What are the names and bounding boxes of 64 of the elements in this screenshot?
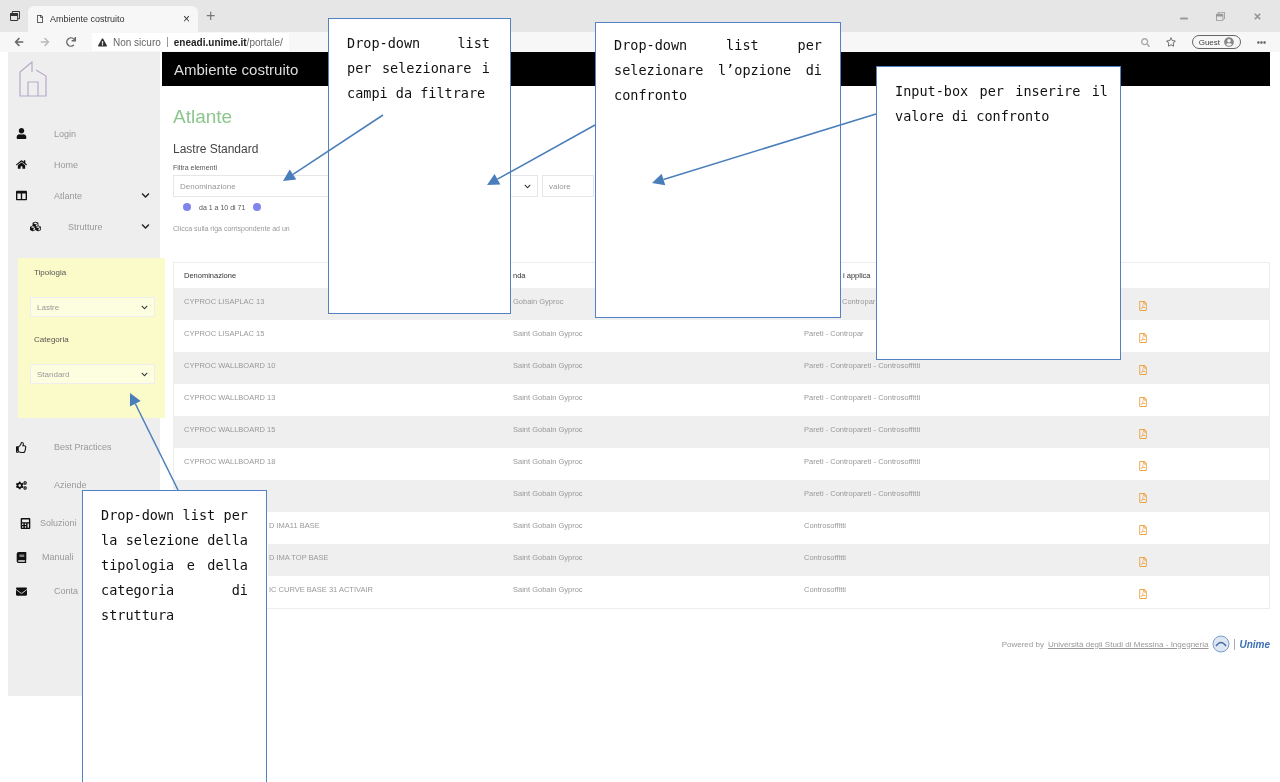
menu-item-icon [16,190,27,201]
pdf-icon[interactable] [1138,429,1148,439]
browser-tab[interactable]: Ambiente costruito × [28,6,198,32]
sidebar-item[interactable]: Soluzioni [8,506,81,540]
tab-close-button[interactable]: × [183,12,190,26]
chevron-icon [141,303,148,311]
forward-icon[interactable] [40,37,50,47]
close-icon[interactable] [1253,11,1262,21]
sidebar-item[interactable]: Conta [8,574,83,608]
back-icon[interactable] [14,37,24,47]
menu-item-icon [16,551,27,563]
annotation-tooltip: Input-box per inserire il valore di confronto [876,66,1121,360]
reload-icon[interactable] [66,37,76,47]
pdf-icon[interactable] [1138,493,1148,503]
sidebar-item[interactable]: Strutture [8,211,160,242]
pdf-icon[interactable] [1138,461,1148,471]
pdf-icon[interactable] [1138,365,1148,375]
menu-item-icon [16,128,27,139]
page-icon [36,15,44,23]
page-title: Atlante [173,106,233,128]
menu-item-icon [16,159,27,170]
footer-text: Powered by [1001,639,1044,649]
field-label: Categoria [33,334,69,346]
tab-actions-icon[interactable] [10,11,20,21]
annotation-tooltip: Drop-down list per selezionare l’opzione di confronto [595,22,841,318]
restore-icon[interactable] [1216,11,1225,21]
avatar-icon [1224,37,1234,47]
sidebar-item[interactable]: Manuali [8,540,78,574]
pdf-icon[interactable] [1138,557,1148,567]
section-title: Lastre Standard [173,142,259,156]
annotation-tooltip: Drop-down list per selezionare i campi da filtrare [328,18,511,314]
pdf-icon[interactable] [1138,333,1148,343]
new-tab-button[interactable]: + [206,7,216,25]
pdf-icon[interactable] [1138,397,1148,407]
sidebar-item[interactable]: Login [8,118,160,149]
menu-item-icon [16,479,27,491]
sidebar-item[interactable]: Atlante [8,180,160,211]
pdf-icon[interactable] [1138,525,1148,535]
zoom-icon[interactable] [1140,37,1150,47]
chevron-icon [524,182,531,190]
brand-logo: Unime [1234,638,1270,650]
previous-page-button[interactable] [183,203,191,211]
sidebar-item[interactable]: Home [8,149,160,180]
dropdown[interactable]: Standard [30,364,155,384]
menu-item-icon [16,441,27,453]
seal-icon [1212,635,1231,653]
annotation-tooltip: Drop-down list per la selezione della tipologia e della categoria di struttura [82,490,267,782]
pdf-icon[interactable] [1138,301,1148,311]
value-input[interactable]: valore [542,175,594,197]
chevron-icon [141,370,148,378]
favorite-icon[interactable] [1165,37,1176,47]
field-label: Tipologia [33,267,67,279]
menu-item-icon [30,221,41,232]
menu-item-icon [20,517,31,529]
logo-icon [18,58,48,98]
warning-icon [98,37,107,47]
sidebar-item[interactable]: Best Practices [8,430,116,464]
next-page-button[interactable] [253,203,262,211]
tab-title: Ambiente costruito [50,14,126,24]
menu-item-icon [16,585,27,597]
address-bar[interactable]: Non sicuro eneadi.unime.it/portale/ [92,33,289,51]
pdf-icon[interactable] [1138,589,1148,599]
dropdown[interactable]: Lastre [30,297,155,317]
footer-link[interactable]: Università degli Studi di Messina - Ingegneria [1047,639,1209,649]
